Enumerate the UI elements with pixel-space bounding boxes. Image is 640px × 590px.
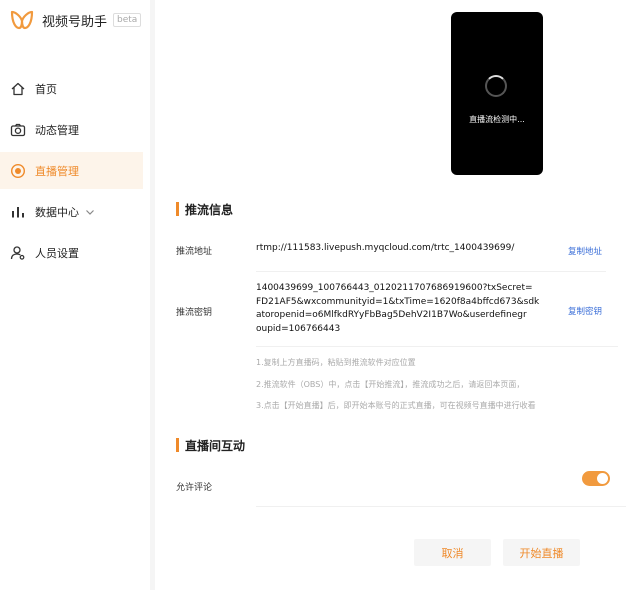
home-icon [11, 82, 25, 95]
sidebar-item-data-center[interactable]: 数据中心 [0, 193, 150, 230]
sidebar-item-label: 动态管理 [35, 123, 79, 137]
sidebar-item-live[interactable]: 直播管理 [0, 152, 143, 189]
sidebar: 视频号助手 beta 首页 动态管理 直播管理 数据中心 人员设置 [0, 0, 150, 590]
live-preview: 直播流检测中... [451, 12, 543, 175]
sidebar-divider [150, 0, 155, 590]
interaction-title: 直播间互动 [176, 437, 245, 453]
channels-logo-icon [10, 10, 34, 30]
sidebar-item-label: 数据中心 [35, 205, 79, 219]
push-key-line: FD21AF5&wxcommunityid=1&txTime=1620f8a4b… [256, 296, 540, 307]
push-info-title: 推流信息 [176, 201, 233, 217]
sidebar-item-home[interactable]: 首页 [0, 70, 150, 107]
sidebar-item-posts[interactable]: 动态管理 [0, 111, 150, 148]
divider [256, 346, 618, 347]
allow-comment-toggle[interactable] [582, 471, 610, 486]
sidebar-item-label: 直播管理 [35, 164, 79, 178]
section-accent-bar [176, 438, 179, 452]
push-key-line: atoropenid=o6MlfkdRYyFbBag5DehV2I1B7Wo&u… [256, 310, 527, 320]
push-address-label: 推流地址 [176, 247, 213, 257]
divider [256, 506, 626, 507]
copy-address-link[interactable]: 复制地址 [568, 245, 602, 257]
section-accent-bar [176, 202, 179, 216]
toggle-knob [597, 473, 608, 484]
sidebar-item-label: 人员设置 [35, 246, 79, 260]
push-key-line: oupid=106766443 [256, 323, 341, 334]
sidebar-item-members[interactable]: 人员设置 [0, 234, 150, 271]
push-address-value: rtmp://111583.livepush.myqcloud.com/trtc… [256, 243, 515, 253]
section-title-text: 直播间互动 [185, 438, 246, 453]
brand-name: 视频号助手 [42, 14, 108, 30]
live-icon [10, 163, 26, 178]
cancel-button[interactable]: 取消 [414, 539, 491, 566]
sidebar-item-label: 首页 [35, 82, 57, 96]
instruction-step-2: 2.推流软件（OBS）中，点击【开始推流】，推流成功之后，请返回本页面， [256, 380, 525, 389]
stream-detecting-text: 直播流检测中... [469, 115, 525, 124]
camera-icon [10, 123, 26, 136]
section-title-text: 推流信息 [185, 202, 234, 217]
instruction-step-1: 1.复制上方直播码，粘贴到推流软件对应位置 [256, 358, 416, 367]
start-live-button[interactable]: 开始直播 [503, 539, 580, 566]
divider [256, 271, 606, 272]
push-key-line: 1400439699_100766443_0120211707686919600… [256, 283, 533, 293]
loading-spinner-icon [485, 75, 507, 97]
beta-badge: beta [113, 13, 142, 27]
brand[interactable]: 视频号助手 beta [10, 8, 142, 32]
copy-key-link[interactable]: 复制密钥 [568, 305, 602, 317]
allow-comment-label: 允许评论 [176, 483, 213, 493]
push-key-value: 1400439699_100766443_0120211707686919600… [256, 282, 552, 336]
chevron-down-icon[interactable] [85, 207, 95, 217]
bar-chart-icon [12, 206, 24, 217]
push-key-label: 推流密钥 [176, 308, 213, 318]
user-settings-icon [10, 245, 25, 260]
sidebar-nav: 首页 动态管理 直播管理 数据中心 人员设置 [0, 70, 150, 275]
instruction-step-3: 3.点击【开始直播】后，即开始本账号的正式直播，可在视频号直播中进行收看 [256, 401, 536, 410]
